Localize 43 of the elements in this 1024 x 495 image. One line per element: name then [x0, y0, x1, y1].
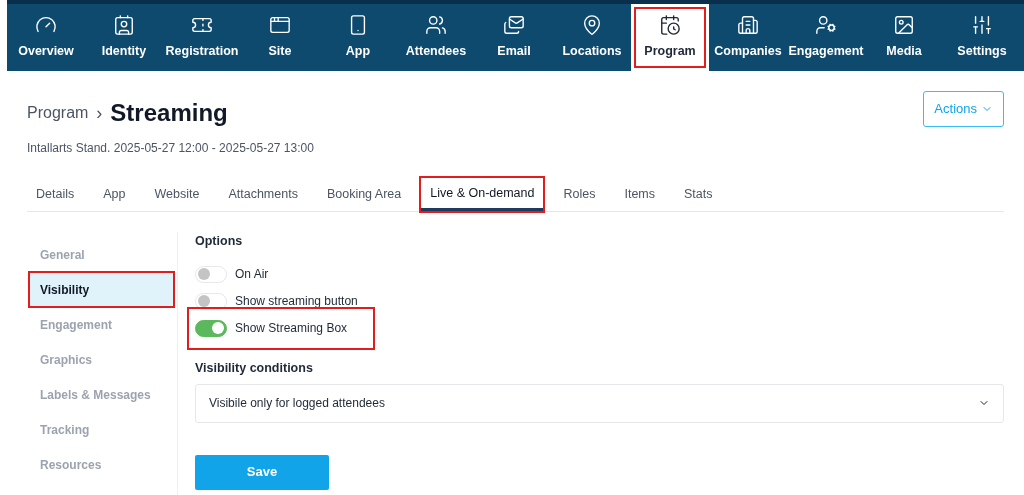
building-icon [737, 14, 759, 37]
breadcrumb-separator: › [96, 101, 103, 125]
envelopes-icon [503, 14, 525, 37]
tab[interactable]: Live & On-demand [421, 178, 544, 211]
section-heading: Options [195, 233, 244, 250]
event-subtitle: Intallarts Stand. 2025-05-27 12:00 - 2025-05-27 13:00 [27, 140, 315, 157]
nav-item[interactable]: Settings [943, 4, 1021, 71]
breadcrumb-link[interactable]: Program [27, 101, 89, 125]
visibility-select[interactable]: Visibile only for logged attendees [195, 383, 1004, 423]
sidebar-item[interactable]: Visibility [30, 273, 173, 306]
nav-item[interactable]: Email [475, 4, 553, 71]
users-icon [425, 14, 447, 37]
toggle-label: Show streaming button [235, 293, 358, 311]
nav-item[interactable]: Engagement [787, 4, 865, 71]
nav-item[interactable]: Media [865, 4, 943, 71]
tab[interactable]: Details [27, 178, 84, 211]
tab[interactable]: Stats [675, 178, 722, 211]
calendar-clock-icon [659, 14, 681, 37]
map-pin-icon [581, 14, 603, 37]
user-gear-icon [815, 14, 837, 37]
nav-item[interactable]: Site [241, 4, 319, 71]
nav-item[interactable]: Registration [163, 4, 241, 71]
toggle-label: On Air [235, 266, 269, 284]
nav-item[interactable]: Overview [7, 4, 85, 71]
image-icon [893, 14, 915, 37]
tab[interactable]: Roles [554, 178, 605, 211]
toggle-switch[interactable] [195, 319, 227, 337]
nav-item[interactable]: App [319, 4, 397, 71]
nav-item[interactable]: Locations [553, 4, 631, 71]
nav-item[interactable]: Identity [85, 4, 163, 71]
nav-item[interactable]: Program [631, 4, 709, 71]
tab[interactable]: App [94, 178, 135, 211]
nav-item[interactable]: Companies [709, 4, 787, 71]
tab[interactable]: Booking Area [317, 178, 411, 211]
id-card-icon [113, 14, 135, 37]
tab[interactable]: Website [145, 178, 209, 211]
nav-item[interactable]: Attendees [397, 4, 475, 71]
tab[interactable]: Attachments [219, 178, 307, 211]
field-label: Visibility conditions [195, 359, 314, 377]
sliders-icon [971, 14, 993, 37]
tab[interactable]: Items [615, 178, 664, 211]
page-title: Streaming [110, 98, 228, 128]
toggle-label: Show Streaming Box [235, 320, 348, 338]
